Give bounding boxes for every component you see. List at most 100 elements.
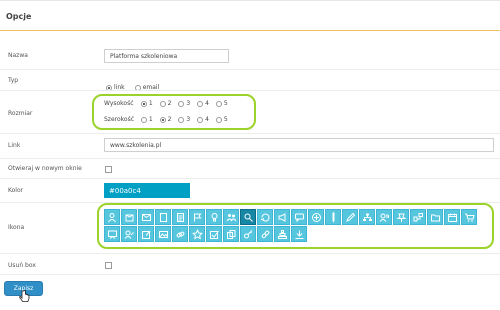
calendar-icon-glyph — [448, 213, 457, 222]
color-label: Kolor — [8, 187, 24, 194]
user-gear-icon-glyph — [108, 213, 116, 223]
box-icon-glyph — [125, 214, 134, 222]
plus-circle-icon-glyph — [312, 213, 321, 222]
width-radio-3[interactable] — [178, 116, 185, 123]
remove-box-checkbox[interactable] — [105, 262, 112, 269]
pyramid-icon[interactable] — [274, 226, 290, 242]
height-option-label: 5 — [223, 100, 228, 107]
width-radio-4[interactable] — [197, 116, 204, 123]
chat-icon[interactable] — [291, 209, 307, 225]
user-edit-icon[interactable] — [121, 226, 137, 242]
plus-circle-icon[interactable] — [308, 209, 324, 225]
chain-icon[interactable] — [257, 226, 273, 242]
new-window-label: Otwieraj w nowym oknie — [8, 165, 82, 172]
width-option-label: 1 — [148, 116, 153, 123]
width-option-label: 2 — [167, 116, 172, 123]
folder-icon[interactable] — [427, 209, 443, 225]
calendar-icon[interactable] — [444, 209, 460, 225]
edit-icon[interactable] — [138, 226, 154, 242]
document-lines-icon[interactable] — [172, 209, 188, 225]
user-search-icon-glyph — [244, 213, 253, 222]
megaphone-icon[interactable] — [274, 209, 290, 225]
row-divider — [0, 133, 500, 134]
checkbox-icon[interactable] — [206, 226, 222, 242]
section-title: Opcje — [6, 12, 32, 21]
link-input[interactable]: www.szkolenia.pl — [104, 138, 494, 152]
cart-icon[interactable] — [461, 209, 477, 225]
row-divider — [0, 253, 500, 254]
org-chart-icon-glyph — [363, 213, 372, 221]
width-radio-group: Szerokość 1 2 3 4 5 — [104, 116, 233, 123]
icon-row — [104, 226, 484, 243]
width-option-label: 5 — [223, 116, 228, 123]
pencil-vertical-icon-glyph — [332, 212, 335, 223]
chat-icon-glyph — [295, 213, 304, 223]
pencil-icon-glyph — [346, 212, 356, 222]
pencil-icon[interactable] — [342, 209, 358, 225]
hierarchy-icon[interactable] — [410, 209, 426, 225]
presentation-icon[interactable] — [104, 226, 120, 242]
refresh-icon-glyph — [260, 213, 270, 222]
user-gear-icon[interactable] — [104, 209, 120, 225]
section-divider — [0, 30, 500, 31]
image-icon[interactable] — [155, 226, 171, 242]
pyramid-icon-glyph — [278, 230, 287, 239]
row-divider — [0, 274, 500, 275]
image-icon-glyph — [159, 231, 168, 238]
name-label: Nazwa — [8, 52, 28, 59]
height-radio-1[interactable] — [140, 100, 147, 107]
user-chart-icon[interactable] — [376, 209, 392, 225]
pin-icon[interactable] — [393, 209, 409, 225]
icon-row — [104, 209, 484, 226]
document-lines-icon-glyph — [177, 213, 184, 222]
envelope-icon-glyph — [142, 214, 151, 221]
width-option-label: 4 — [205, 116, 209, 123]
width-radio-2[interactable] — [159, 116, 166, 123]
people-icon-glyph — [226, 214, 237, 222]
download-icon[interactable] — [291, 226, 307, 242]
copy-icon[interactable] — [223, 226, 239, 242]
height-radio-2[interactable] — [159, 100, 166, 107]
refresh-icon[interactable] — [257, 209, 273, 225]
size-label: Rozmiar — [8, 110, 33, 117]
star-icon[interactable] — [189, 226, 205, 242]
lightbulb-icon[interactable] — [206, 209, 222, 225]
width-option-label: 3 — [186, 116, 191, 123]
org-chart-icon[interactable] — [359, 209, 375, 225]
icon-picker — [104, 209, 484, 243]
row-divider — [0, 90, 500, 91]
remove-box-label: Usuń box — [8, 262, 36, 269]
height-label: Wysokość — [104, 100, 134, 107]
lightbulb-icon-glyph — [211, 213, 218, 222]
row-divider — [0, 158, 500, 159]
user-search-icon[interactable] — [240, 209, 256, 225]
type-label: Typ — [8, 77, 19, 84]
height-radio-5[interactable] — [215, 100, 222, 107]
height-option-label: 3 — [186, 100, 191, 107]
download-icon-glyph — [295, 230, 304, 239]
height-option-label: 1 — [148, 100, 153, 107]
height-radio-3[interactable] — [178, 100, 185, 107]
star-icon-glyph — [192, 229, 203, 240]
key-icon[interactable] — [240, 226, 256, 242]
width-radio-1[interactable] — [140, 116, 147, 123]
name-input[interactable]: Platforma szkoleniowa — [104, 49, 229, 63]
link-icon-glyph — [176, 231, 185, 238]
top-divider — [0, 0, 500, 1]
height-radio-4[interactable] — [197, 100, 204, 107]
color-input[interactable]: #00a0c4 — [104, 183, 190, 198]
user-edit-icon-glyph — [124, 230, 134, 239]
box-icon[interactable] — [121, 209, 137, 225]
document-icon-glyph — [160, 213, 167, 222]
envelope-icon[interactable] — [138, 209, 154, 225]
people-icon[interactable] — [223, 209, 239, 225]
link-label: Link — [8, 142, 21, 149]
width-radio-5[interactable] — [215, 116, 222, 123]
flag-icon[interactable] — [189, 209, 205, 225]
new-window-checkbox[interactable] — [105, 166, 112, 173]
chain-icon-glyph — [261, 230, 270, 239]
link-icon[interactable] — [172, 226, 188, 242]
pencil-vertical-icon[interactable] — [325, 209, 341, 225]
document-icon[interactable] — [155, 209, 171, 225]
cart-icon-glyph — [465, 213, 475, 222]
